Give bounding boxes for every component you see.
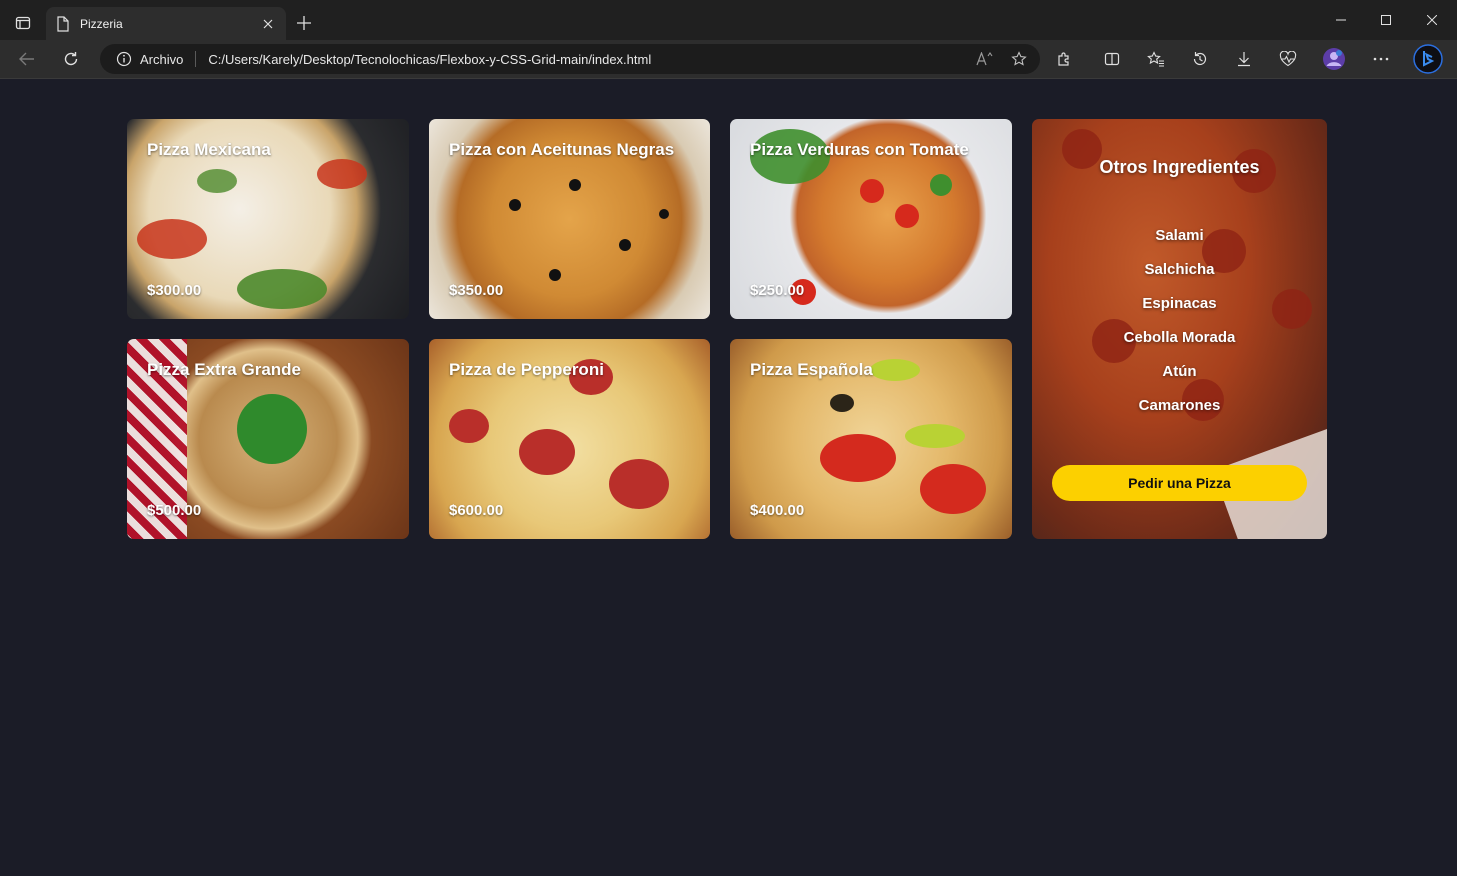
- ingredient-item: Camarones: [1138, 397, 1221, 414]
- back-arrow-icon[interactable]: [12, 44, 42, 74]
- new-tab-icon[interactable]: [290, 9, 318, 37]
- pizza-image: [659, 209, 669, 219]
- ingredient-item: Atún: [1162, 363, 1197, 380]
- minimize-icon[interactable]: [1318, 0, 1364, 40]
- pizza-price: $600.00: [449, 502, 504, 519]
- pizza-image: [519, 429, 575, 475]
- favorites-icon[interactable]: [1141, 44, 1171, 74]
- pizza-image: [820, 434, 896, 482]
- history-icon[interactable]: [1185, 44, 1215, 74]
- pizza-card[interactable]: Pizza con Aceitunas Negras $350.00: [429, 119, 710, 319]
- favorite-star-icon[interactable]: [1006, 46, 1032, 72]
- page-icon: [56, 15, 70, 32]
- bing-copilot-icon[interactable]: [1412, 43, 1444, 75]
- pizza-name: Pizza con Aceitunas Negras: [449, 140, 675, 159]
- pizza-image: [895, 204, 919, 228]
- pizza-image: [449, 409, 489, 443]
- download-icon[interactable]: [1229, 44, 1259, 74]
- maximize-icon[interactable]: [1363, 0, 1409, 40]
- pizza-image: [509, 199, 521, 211]
- ingredient-item: Espinacas: [1142, 295, 1217, 312]
- pizza-card[interactable]: Pizza Extra Grande $500.00: [127, 339, 409, 539]
- ingredient-list: Salami Salchicha Espinacas Cebolla Morad…: [1032, 225, 1327, 429]
- pizza-image: [237, 394, 307, 464]
- browser-titlebar: Pizzeria: [0, 0, 1457, 40]
- pizza-image: [905, 424, 965, 448]
- pizza-name: Pizza Verduras con Tomate: [750, 140, 969, 159]
- tab-title: Pizzeria: [80, 16, 123, 31]
- tab-actions-icon[interactable]: [8, 9, 38, 37]
- address-bar[interactable]: Archivo C:/Users/Karely/Desktop/Tecnoloc…: [100, 44, 1040, 74]
- pizza-image: [569, 179, 581, 191]
- address-prefix: Archivo: [140, 51, 184, 67]
- profile-avatar[interactable]: [1319, 44, 1349, 74]
- pizza-image: [860, 179, 884, 203]
- pizza-card[interactable]: Pizza Española $400.00: [730, 339, 1012, 539]
- ingredients-card: Otros Ingredientes Salami Salchicha Espi…: [1032, 119, 1327, 539]
- pizza-name: Pizza de Pepperoni: [449, 360, 604, 379]
- extensions-icon[interactable]: [1049, 44, 1079, 74]
- pizza-card[interactable]: Pizza Mexicana $300.00: [127, 119, 409, 319]
- pizza-name: Pizza Española: [750, 360, 873, 379]
- pizza-card[interactable]: Pizza Verduras con Tomate $250.00: [730, 119, 1012, 319]
- pizza-image: [870, 359, 920, 381]
- pizza-image: [549, 269, 561, 281]
- pizza-name: Pizza Extra Grande: [147, 360, 302, 379]
- address-divider: [195, 51, 197, 67]
- pizza-image: [609, 459, 669, 509]
- ingredient-item: Cebolla Morada: [1123, 329, 1236, 346]
- ingredients-title: Otros Ingredientes: [1099, 157, 1260, 177]
- pizza-image: [237, 269, 327, 309]
- pizza-image: [317, 159, 367, 189]
- order-pizza-button[interactable]: Pedir una Pizza: [1052, 465, 1307, 501]
- pizza-image: [137, 219, 207, 259]
- more-options-icon[interactable]: [1366, 44, 1396, 74]
- close-tab-icon[interactable]: [260, 16, 276, 32]
- close-window-icon[interactable]: [1409, 0, 1455, 40]
- refresh-icon[interactable]: [56, 44, 86, 74]
- ingredient-item: Salami: [1155, 227, 1204, 244]
- pizza-card[interactable]: Pizza de Pepperoni $600.00: [429, 339, 710, 539]
- url-text[interactable]: C:/Users/Karely/Desktop/Tecnolochicas/Fl…: [208, 52, 972, 67]
- split-screen-icon[interactable]: [1097, 44, 1127, 74]
- pizza-price: $500.00: [147, 502, 202, 519]
- pizza-image: [197, 169, 237, 193]
- info-icon[interactable]: [116, 51, 132, 67]
- pizza-image: [619, 239, 631, 251]
- health-heart-icon[interactable]: [1273, 44, 1303, 74]
- pizza-name: Pizza Mexicana: [147, 140, 271, 159]
- read-aloud-icon[interactable]: [972, 46, 998, 72]
- ingredient-item: Salchicha: [1144, 261, 1215, 278]
- pizza-image: [930, 174, 952, 196]
- pizza-price: $350.00: [449, 282, 504, 299]
- browser-tab[interactable]: Pizzeria: [46, 7, 286, 40]
- pizza-price: $300.00: [147, 282, 202, 299]
- browser-toolbar: Archivo C:/Users/Karely/Desktop/Tecnoloc…: [0, 40, 1457, 79]
- pizza-image: [830, 394, 854, 412]
- pizza-price: $250.00: [750, 282, 805, 299]
- pizza-price: $400.00: [750, 502, 805, 519]
- pizza-grid: Pizza Mexicana $300.00 Pizza con Aceitun…: [127, 119, 1327, 539]
- pizza-image: [920, 464, 986, 514]
